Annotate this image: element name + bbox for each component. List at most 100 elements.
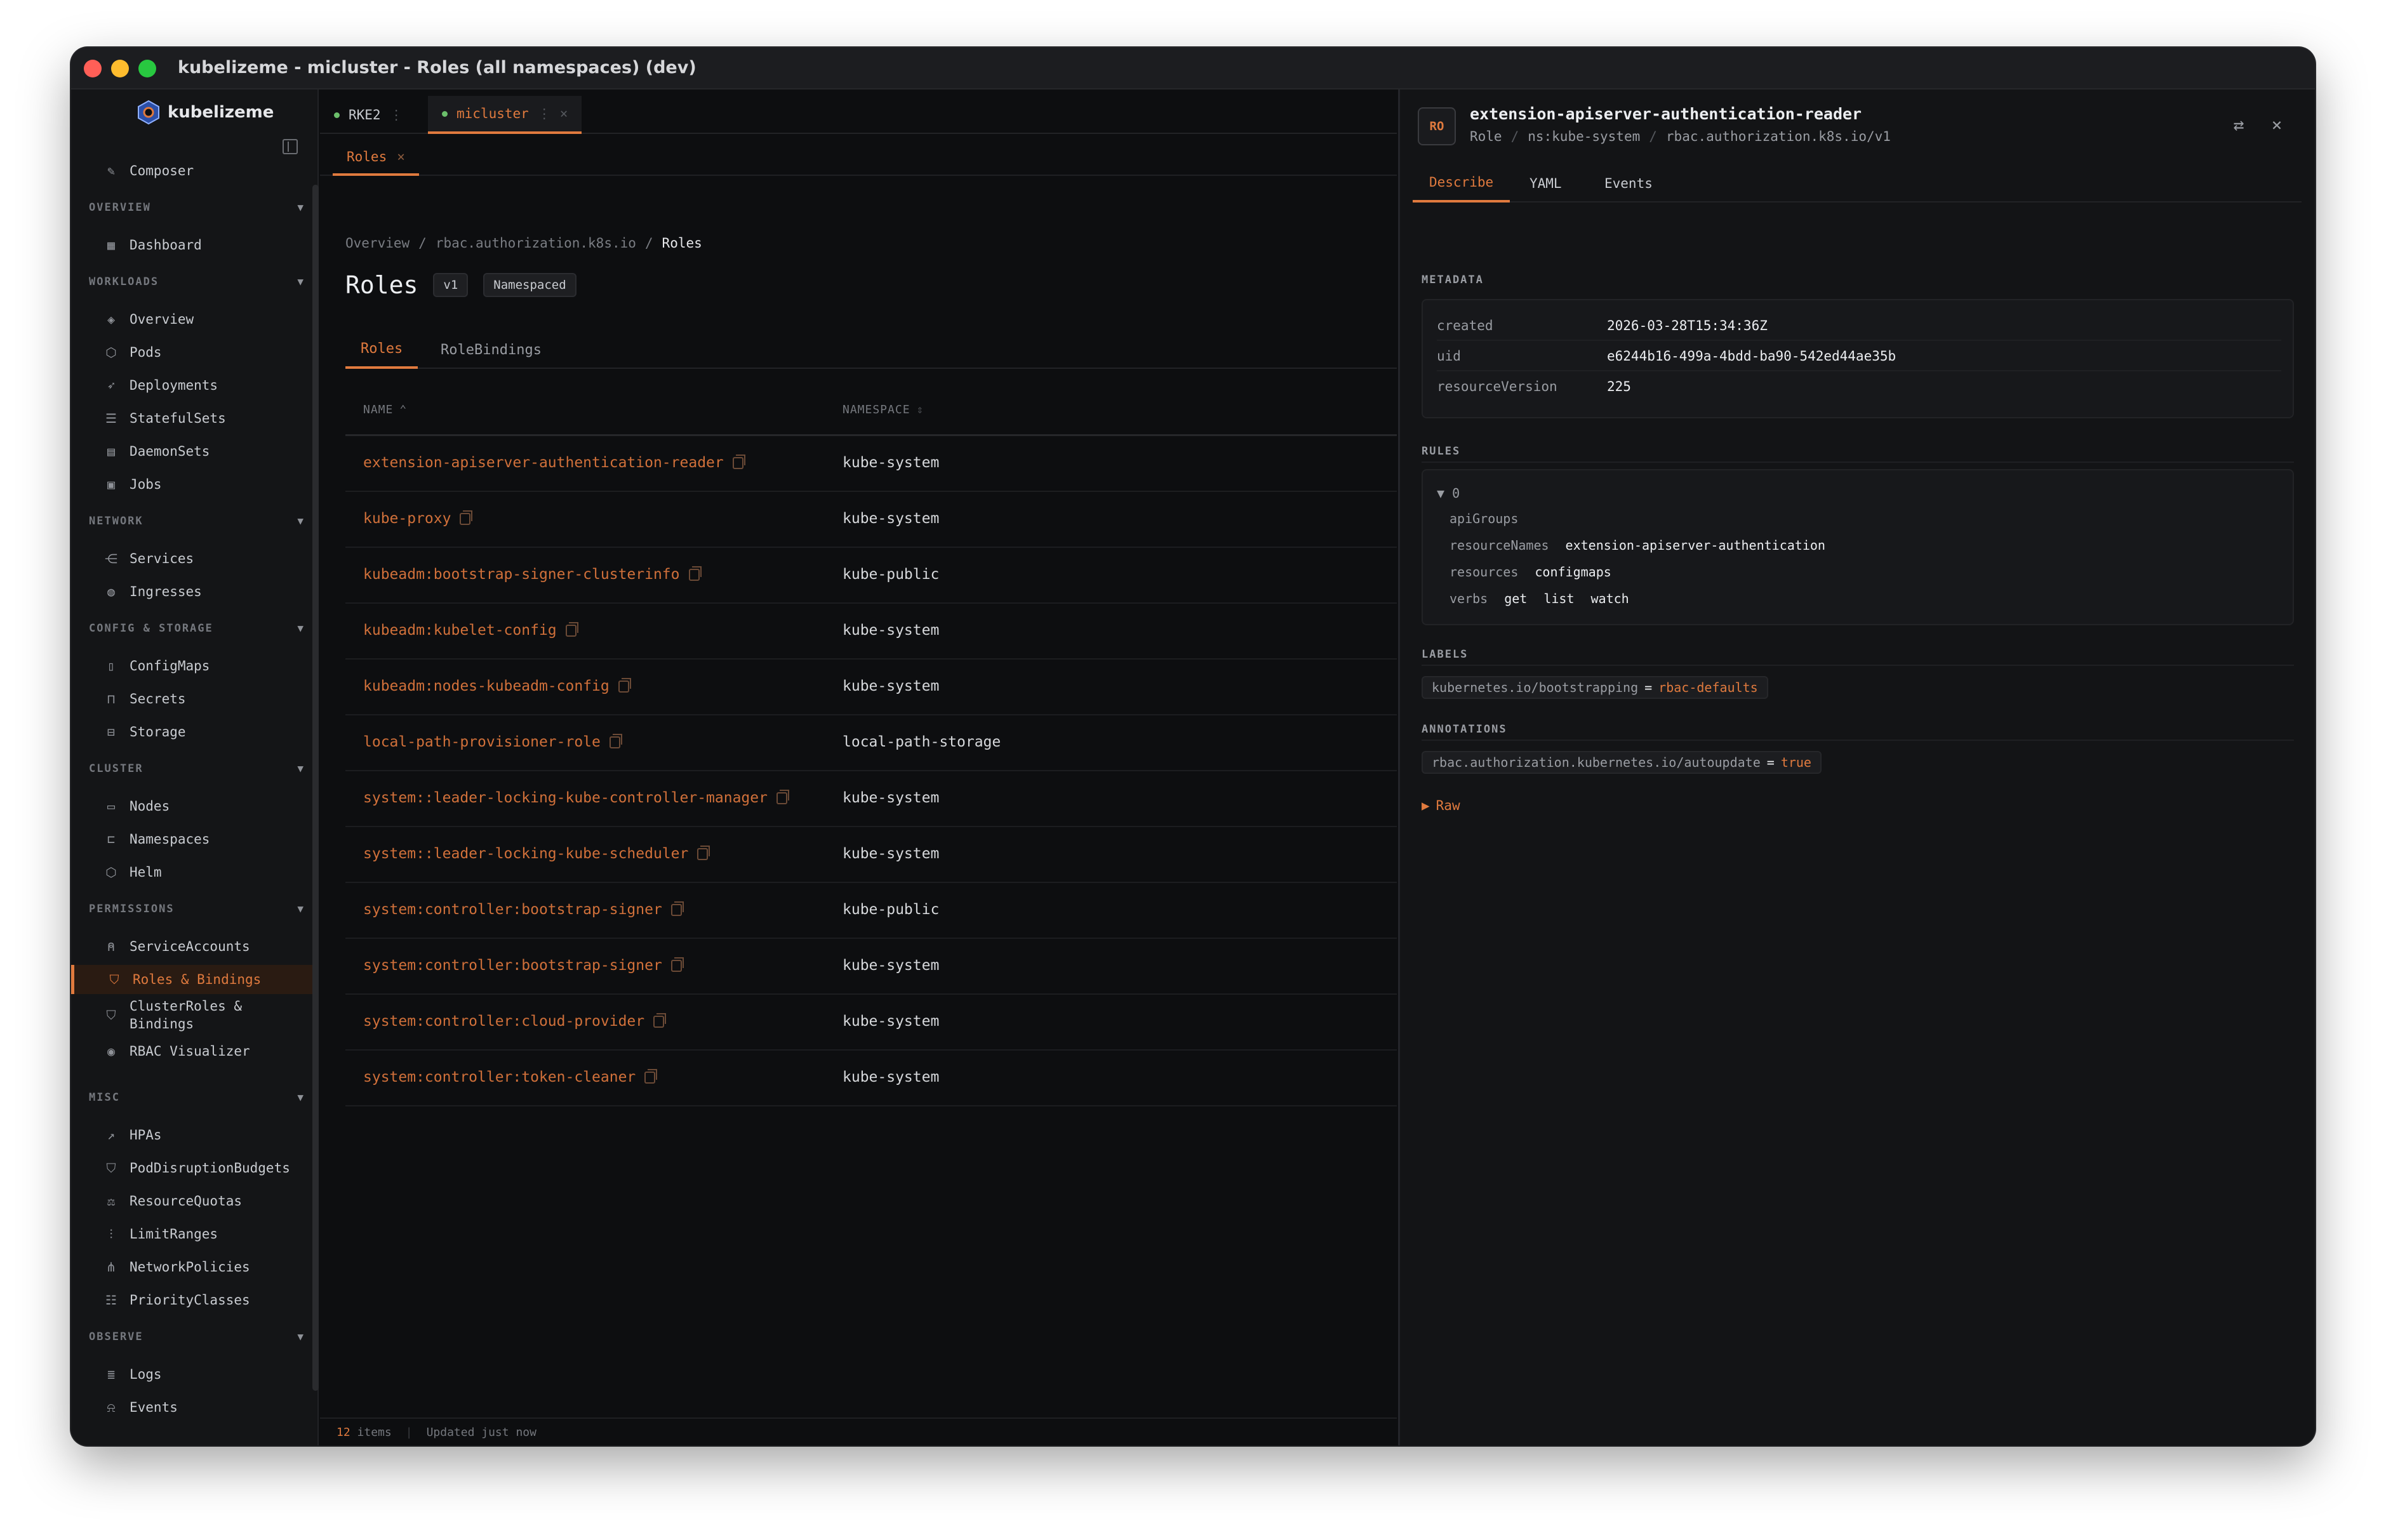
sidebar-item-helm[interactable]: ⬡ Helm <box>97 858 312 887</box>
table-row[interactable]: system::leader-locking-kube-controller-m… <box>345 771 1397 827</box>
role-name[interactable]: extension-apiserver-authentication-reade… <box>363 455 724 471</box>
role-name-link[interactable]: system:controller:token-cleaner <box>363 1068 658 1085</box>
role-name-link[interactable]: kubeadm:nodes-kubeadm-config <box>363 677 631 694</box>
breadcrumb-overview[interactable]: Overview <box>345 236 410 251</box>
copy-icon[interactable] <box>732 454 745 469</box>
table-row[interactable]: kube-proxy kube-system <box>345 492 1397 548</box>
sidebar-item-configmaps[interactable]: ▯ ConfigMaps <box>97 651 312 680</box>
copy-icon[interactable] <box>670 957 684 972</box>
close-icon[interactable]: × <box>397 149 405 164</box>
view-tab-roles[interactable]: Roles × <box>333 140 419 176</box>
sidebar-item-ingresses[interactable]: ◍ Ingresses <box>97 577 312 606</box>
sidebar-item-jobs[interactable]: ▣ Jobs <box>97 470 312 499</box>
table-row[interactable]: kubeadm:nodes-kubeadm-config kube-system <box>345 660 1397 715</box>
role-name[interactable]: kube-proxy <box>363 510 451 527</box>
sidebar-item-overview[interactable]: ◈ Overview <box>97 305 312 334</box>
rule-index-toggle[interactable]: ▼ 0 <box>1437 486 1460 501</box>
collapse-sidebar-icon[interactable] <box>283 139 298 154</box>
sidebar-item-daemonsets[interactable]: ▤ DaemonSets <box>97 437 312 466</box>
role-name[interactable]: kubeadm:bootstrap-signer-clusterinfo <box>363 566 680 583</box>
tab-rolebindings[interactable]: RoleBindings <box>441 331 542 369</box>
sidebar-item-pods[interactable]: ⬡ Pods <box>97 338 312 367</box>
section-cluster[interactable]: CLUSTER ▼ <box>89 762 305 775</box>
copy-icon[interactable] <box>688 566 702 581</box>
swap-icon[interactable]: ⇄ <box>2229 114 2248 135</box>
close-icon[interactable]: × <box>560 106 568 121</box>
table-row[interactable]: extension-apiserver-authentication-reade… <box>345 436 1397 492</box>
sidebar-item-storage[interactable]: ⊟ Storage <box>97 717 312 747</box>
table-row[interactable]: system:controller:bootstrap-signer kube-s… <box>345 939 1397 995</box>
role-name[interactable]: local-path-provisioner-role <box>363 734 601 750</box>
sidebar-item-resourcequotas[interactable]: ⚖ ResourceQuotas <box>97 1186 312 1216</box>
sidebar-item-networkpolicies[interactable]: ⋔ NetworkPolicies <box>97 1252 312 1282</box>
close-panel-icon[interactable]: × <box>2267 114 2286 135</box>
app-logo[interactable]: kubelizeme <box>136 100 274 125</box>
sidebar-item-clusterroles-bindings[interactable]: ⛉ ClusterRoles & Bindings <box>97 996 312 1034</box>
sidebar-item-rbac-visualizer[interactable]: ◉ RBAC Visualizer <box>97 1037 312 1066</box>
sidebar-item-services[interactable]: ⋲ Services <box>97 544 312 573</box>
breadcrumb-api-group[interactable]: rbac.authorization.k8s.io <box>436 236 636 251</box>
sidebar-item-nodes[interactable]: ▭ Nodes <box>97 792 312 821</box>
role-name-link[interactable]: system:controller:bootstrap-signer <box>363 957 684 974</box>
role-name-link[interactable]: kube-proxy <box>363 510 473 527</box>
section-permissions[interactable]: PERMISSIONS ▼ <box>89 903 305 915</box>
cluster-tab-rke2[interactable]: RKE2 ⋮ <box>334 96 403 134</box>
role-name-link[interactable]: local-path-provisioner-role <box>363 733 622 750</box>
table-row[interactable]: local-path-provisioner-role local-path-st… <box>345 715 1397 771</box>
copy-icon[interactable] <box>618 677 631 693</box>
role-name[interactable]: kubeadm:kubelet-config <box>363 622 557 639</box>
copy-icon[interactable] <box>653 1012 667 1028</box>
sidebar-item-serviceaccounts[interactable]: ⍝ ServiceAccounts <box>97 932 312 961</box>
copy-icon[interactable] <box>776 789 789 804</box>
role-name[interactable]: system::leader-locking-kube-scheduler <box>363 846 688 862</box>
sidebar-item-deployments[interactable]: ➶ Deployments <box>97 371 312 400</box>
sidebar-item-logs[interactable]: ≣ Logs <box>97 1360 312 1389</box>
cluster-tab-micluster[interactable]: micluster ⋮ × <box>428 96 582 134</box>
section-misc[interactable]: MISC ▼ <box>89 1091 305 1104</box>
copy-icon[interactable] <box>460 510 473 525</box>
copy-icon[interactable] <box>565 621 578 637</box>
role-name[interactable]: system:controller:bootstrap-signer <box>363 957 662 974</box>
raw-toggle[interactable]: ▶ Raw <box>1422 798 1460 813</box>
sidebar-item-dashboard[interactable]: ▦ Dashboard <box>97 230 312 260</box>
role-name-link[interactable]: extension-apiserver-authentication-reade… <box>363 454 745 471</box>
role-name-link[interactable]: system:controller:cloud-provider <box>363 1012 667 1030</box>
sidebar-item-roles-bindings[interactable]: ⛉ Roles & Bindings <box>71 965 312 994</box>
section-workloads[interactable]: WORKLOADS ▼ <box>89 275 305 288</box>
section-config-storage[interactable]: CONFIG & STORAGE ▼ <box>89 622 305 635</box>
sidebar-item-events[interactable]: ⍾ Events <box>97 1393 312 1422</box>
close-window-button[interactable] <box>84 60 102 77</box>
role-name-link[interactable]: kubeadm:bootstrap-signer-clusterinfo <box>363 566 702 583</box>
sidebar-item-priorityclasses[interactable]: ☷ PriorityClasses <box>97 1285 312 1315</box>
role-name-link[interactable]: system:controller:bootstrap-signer <box>363 901 684 918</box>
sidebar-item-hpas[interactable]: ↗ HPAs <box>97 1120 312 1150</box>
table-row[interactable]: system:controller:token-cleaner kube-syst… <box>345 1051 1397 1106</box>
tab-roles[interactable]: Roles <box>345 331 418 369</box>
maximize-window-button[interactable] <box>138 60 156 77</box>
table-row[interactable]: system:controller:cloud-provider kube-sys… <box>345 995 1397 1051</box>
copy-icon[interactable] <box>670 901 684 916</box>
table-row[interactable]: kubeadm:bootstrap-signer-clusterinfo kube… <box>345 548 1397 604</box>
role-name[interactable]: system:controller:cloud-provider <box>363 1013 644 1030</box>
tab-describe[interactable]: Describe <box>1413 164 1510 202</box>
column-header-name[interactable]: NAME ⌃ <box>363 403 407 416</box>
sidebar-item-secrets[interactable]: ⊓ Secrets <box>97 684 312 714</box>
copy-icon[interactable] <box>697 845 710 860</box>
role-name-link[interactable]: system::leader-locking-kube-scheduler <box>363 845 710 862</box>
sidebar-scrollbar[interactable] <box>312 185 319 1391</box>
tab-events[interactable]: Events <box>1604 164 1653 202</box>
copy-icon[interactable] <box>644 1068 658 1084</box>
copy-icon[interactable] <box>609 733 622 748</box>
minimize-window-button[interactable] <box>111 60 129 77</box>
role-name[interactable]: system::leader-locking-kube-controller-m… <box>363 790 768 806</box>
table-row[interactable]: kubeadm:kubelet-config kube-system <box>345 604 1397 660</box>
tab-yaml[interactable]: YAML <box>1530 164 1562 202</box>
tab-menu-icon[interactable]: ⋮ <box>538 106 551 121</box>
sidebar-item-namespaces[interactable]: ⊏ Namespaces <box>97 825 312 854</box>
sidebar-item-limitranges[interactable]: ⫶ LimitRanges <box>97 1219 312 1249</box>
column-header-namespace[interactable]: NAMESPACE ⇕ <box>843 403 924 416</box>
role-name[interactable]: kubeadm:nodes-kubeadm-config <box>363 678 610 694</box>
section-network[interactable]: NETWORK ▼ <box>89 515 305 528</box>
section-overview[interactable]: OVERVIEW ▼ <box>89 201 305 214</box>
sidebar-item-statefulsets[interactable]: ☰ StatefulSets <box>97 404 312 433</box>
